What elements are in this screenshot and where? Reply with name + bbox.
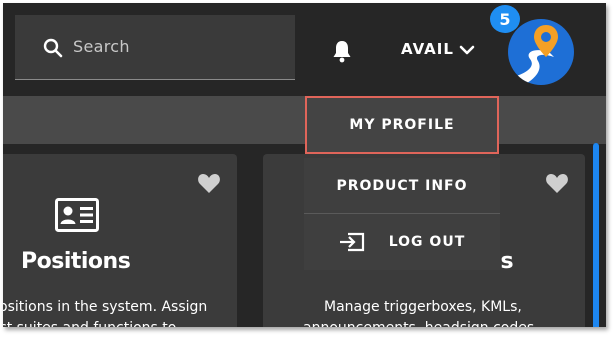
app-window: Search AVAIL 5 Positions ositions in the…: [3, 3, 606, 327]
availability-status[interactable]: AVAIL: [401, 40, 454, 58]
card-description: announcements, headsign codes,: [303, 318, 539, 327]
menu-item-label: LOG OUT: [388, 234, 466, 250]
product-info-menu-item[interactable]: PRODUCT INFO: [304, 158, 500, 214]
search-icon: [43, 38, 63, 58]
user-dropdown-menu: MY PROFILE PRODUCT INFO LOG OUT: [304, 96, 500, 272]
heart-icon[interactable]: [197, 172, 221, 194]
top-bar: Search AVAIL 5: [3, 3, 606, 96]
search-placeholder: Search: [73, 37, 130, 56]
my-profile-menu-item[interactable]: MY PROFILE: [305, 96, 499, 154]
positions-card[interactable]: Positions ositions in the system. Assign…: [3, 154, 237, 327]
card-description: Manage triggerboxes, KMLs,: [324, 299, 522, 315]
chevron-down-icon[interactable]: [459, 44, 475, 56]
heart-icon[interactable]: [545, 172, 569, 194]
card-description: ct suites and functions to: [3, 318, 176, 327]
road-map-pin-icon: [508, 25, 558, 85]
scrollbar[interactable]: [593, 143, 599, 327]
id-card-icon: [55, 198, 99, 232]
bell-icon[interactable]: [331, 39, 353, 63]
log-out-menu-item[interactable]: LOG OUT: [304, 214, 500, 270]
search-input[interactable]: Search: [15, 15, 295, 80]
menu-item-label: MY PROFILE: [349, 117, 455, 133]
card-description: ositions in the system. Assign: [3, 299, 208, 315]
card-title: Positions: [21, 249, 131, 274]
notification-badge: 5: [490, 5, 520, 33]
log-out-icon: [339, 232, 364, 252]
avatar[interactable]: [508, 19, 574, 85]
menu-item-label: PRODUCT INFO: [336, 177, 468, 194]
